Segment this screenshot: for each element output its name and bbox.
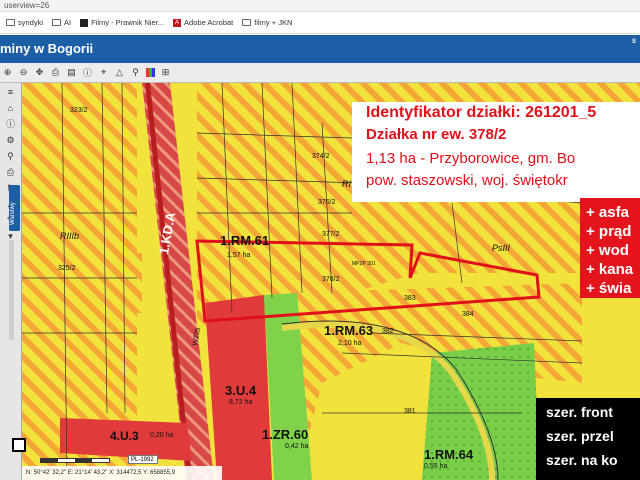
- plot-number: 323/2: [70, 107, 88, 114]
- bookmark-label: filmy + JKN: [254, 18, 293, 27]
- zoom-in-icon[interactable]: ⊕: [2, 67, 13, 78]
- info-icon[interactable]: ⓘ: [82, 67, 93, 78]
- plot-number: 384: [462, 311, 474, 318]
- locate-icon[interactable]: ⌖: [98, 67, 109, 78]
- app-corner-label[interactable]: S: [632, 39, 636, 45]
- projection-select[interactable]: PL-1992: [128, 455, 158, 464]
- soil-class-label: PsIII: [492, 243, 511, 253]
- color-palette-icon[interactable]: [146, 68, 155, 77]
- zone-area-rm63: 2,10 ha: [338, 340, 362, 347]
- scale-bar: [40, 458, 110, 463]
- plot-number-title: Działka nr ew. 378/2: [366, 126, 507, 143]
- url-text: userview=26: [4, 1, 50, 10]
- zone-label-rm61: 1.RM.61: [220, 233, 270, 248]
- layers-toggle-icon[interactable]: ≡: [5, 87, 16, 98]
- plot-number: 381: [404, 408, 416, 415]
- pdf-favicon-icon: A: [173, 18, 182, 27]
- app-header: [0, 35, 640, 63]
- plot-number: 374/2: [312, 153, 330, 160]
- bookmark-ai[interactable]: AI: [52, 18, 71, 27]
- bookmark-label: Adobe Acrobat: [184, 18, 234, 27]
- measure-icon[interactable]: △: [114, 67, 125, 78]
- zoom-out-icon[interactable]: ⊖: [18, 67, 29, 78]
- width-front: szer. front: [546, 404, 613, 420]
- home-icon[interactable]: ⌂: [5, 103, 16, 114]
- bookmark-label: syndyki: [18, 18, 44, 27]
- video-favicon-icon: [80, 18, 89, 27]
- zone-area-zr60: 0,42 ha: [285, 443, 309, 450]
- hatched-zone-strip: [82, 253, 142, 313]
- coordinates-readout: N: 50°42' 32,2" E: 21°14' 43,2" X: 31447…: [22, 466, 222, 480]
- plot-number: 325/2: [58, 265, 76, 272]
- folder-icon: [52, 19, 62, 26]
- plot-number: 378/2: [322, 276, 340, 283]
- bookmark-filmy-jkn[interactable]: filmy + JKN: [242, 18, 292, 27]
- zone-label-u3: 4.U.3: [110, 429, 139, 443]
- soil-class-label: RIIIb: [60, 231, 80, 241]
- plot-identifier: Identyfikator działki: 261201_5: [366, 104, 597, 121]
- utility-fiber: + świa: [586, 280, 632, 297]
- zone-area-rm61: 1,57 ha: [227, 252, 251, 259]
- bookmarks-bar: syndyki AI Filmy - Prawnik Nier... A Adob…: [0, 12, 640, 34]
- plot-number: 377/2: [322, 231, 340, 238]
- print-icon[interactable]: ⎙: [50, 67, 61, 78]
- print-icon[interactable]: ⎙: [5, 167, 16, 178]
- bookmark-filmy[interactable]: Filmy - Prawnik Nier...: [80, 18, 164, 27]
- zone-area-rm64: 0,55 ha: [424, 463, 448, 470]
- mpzp-label: MPZP 301: [352, 261, 376, 267]
- utilities-box: + asfa + prąd + wod + kana + świa: [580, 198, 640, 298]
- tools-icon[interactable]: ⚙: [5, 135, 16, 146]
- bookmark-syndyki[interactable]: syndyki: [6, 18, 43, 27]
- plot-county: pow. staszowski, woj. świętokr: [366, 172, 568, 189]
- zone-label-rm63: 1.RM.63: [324, 323, 374, 338]
- plot-number: 383: [404, 295, 416, 302]
- plot-area-location: 1,13 ha - Przyborowice, gm. Bo: [366, 150, 576, 167]
- search-icon[interactable]: ⚲: [5, 151, 16, 162]
- layers-icon[interactable]: ▤: [66, 67, 77, 78]
- dimensions-box: szer. front szer. przel szer. na ko: [536, 398, 640, 480]
- search-icon[interactable]: ⚲: [130, 67, 141, 78]
- utility-sewer: + kana: [586, 261, 634, 278]
- pan-icon[interactable]: ✥: [34, 67, 45, 78]
- layers-tab[interactable]: Warstwy: [9, 185, 20, 231]
- plot-number: 376/2: [318, 199, 336, 206]
- bookmark-adobe[interactable]: A Adobe Acrobat: [173, 18, 233, 27]
- map-toolbar: ⊕ ⊖ ✥ ⎙ ▤ ⓘ ⌖ △ ⚲ ⊞: [0, 63, 640, 83]
- grid-icon[interactable]: ⊞: [160, 67, 171, 78]
- width-middle: szer. przel: [546, 428, 614, 444]
- zone-label-zr60: 1.ZR.60: [262, 427, 309, 442]
- overview-toggle[interactable]: [12, 438, 26, 452]
- address-bar[interactable]: userview=26: [0, 0, 640, 12]
- zone-area-u3: 0,20 ha: [150, 432, 174, 439]
- folder-icon: [6, 19, 15, 26]
- bookmark-label: Filmy - Prawnik Nier...: [91, 18, 165, 27]
- utility-water: + wod: [586, 242, 629, 259]
- utility-asphalt: + asfa: [586, 204, 629, 221]
- utility-power: + prąd: [586, 223, 632, 240]
- zone-label-rm64: 1.RM.64: [424, 447, 474, 462]
- width-end: szer. na ko: [546, 452, 618, 468]
- panel-scrollbar[interactable]: [9, 240, 14, 340]
- plot-info-box: Identyfikator działki: 261201_5 Działka …: [352, 102, 640, 202]
- info-icon[interactable]: ⓘ: [5, 119, 16, 130]
- app-title: miny w Bogorii: [0, 41, 94, 56]
- zone-label-u4: 3.U.4: [225, 383, 257, 398]
- zone-area-u4: 8,72 ha: [229, 399, 253, 406]
- folder-icon: [242, 19, 252, 26]
- plot-number: 382: [382, 328, 394, 335]
- bookmark-label: AI: [64, 18, 72, 27]
- layers-tab-label: Warstwy: [10, 202, 16, 225]
